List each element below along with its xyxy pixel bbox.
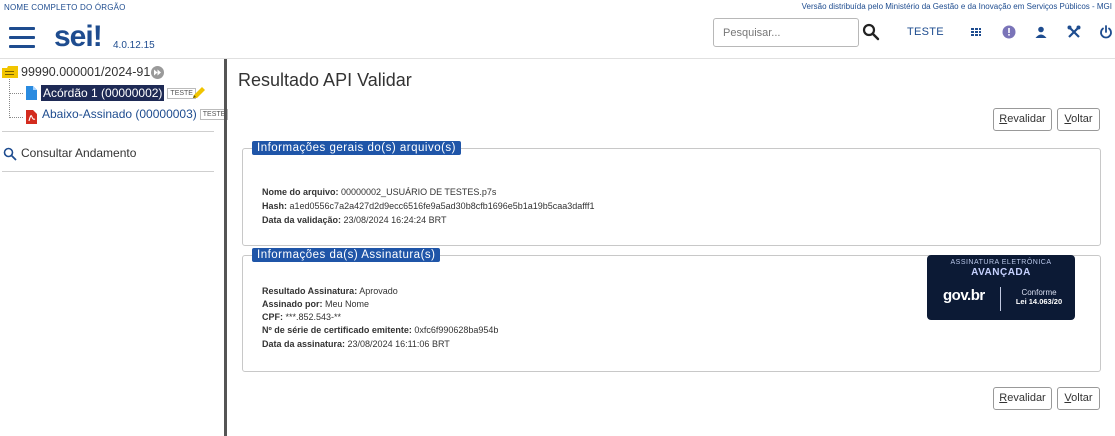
- document-icon: [26, 86, 37, 100]
- pdf-icon: [26, 110, 37, 124]
- search-icon[interactable]: [862, 23, 880, 41]
- grid-icon[interactable]: [968, 24, 984, 40]
- seal-title: ASSINATURA ELETRÔNICA: [950, 259, 1052, 266]
- voltar-button[interactable]: Voltar: [1057, 108, 1100, 131]
- file-info-legend: Informações gerais do(s) arquivo(s): [252, 141, 462, 155]
- seal-divider: [1000, 287, 1001, 311]
- version-label: 4.0.12.15: [113, 40, 155, 51]
- signed-by-row: Assinado por: Meu Nome: [262, 299, 370, 309]
- govbr-signature-seal: ASSINATURA ELETRÔNICA AVANÇADA gov.br Co…: [927, 255, 1075, 320]
- header: sei! 4.0.12.15 TESTE: [0, 14, 1115, 59]
- divider: [2, 171, 214, 172]
- consultar-andamento-link[interactable]: Consultar Andamento: [21, 146, 136, 160]
- certificate-serial-row: Nº de série de certificado emitente: 0xf…: [262, 325, 499, 335]
- folder-icon: [2, 66, 18, 78]
- cpf-row: CPF: ***.852.543-**: [262, 312, 342, 322]
- revalidar-button[interactable]: Revalidar: [993, 108, 1052, 131]
- tree-line: [9, 117, 23, 118]
- signature-info-legend: Informações da(s) Assinatura(s): [252, 248, 441, 262]
- hash-row: Hash: a1ed0556c7a2a427d2d9ecc6516fe9a5ad…: [262, 201, 595, 211]
- user-icon[interactable]: [1033, 24, 1049, 40]
- seal-level: AVANÇADA: [971, 267, 1031, 278]
- validation-date-row: Data da validação: 23/08/2024 16:24:24 B…: [262, 215, 447, 225]
- sidebar: 99990.000001/2024-91 Acórdão 1 (00000002…: [0, 59, 229, 436]
- distribution-note[interactable]: Versão distribuída pelo Ministério da Ge…: [802, 2, 1112, 11]
- file-info-panel: Informações gerais do(s) arquivo(s) Nome…: [242, 141, 1101, 246]
- fast-forward-icon[interactable]: [151, 66, 164, 79]
- govbr-logo: gov.br: [943, 287, 985, 304]
- pencil-icon[interactable]: [191, 86, 207, 100]
- signature-date-row: Data da assinatura: 23/08/2024 16:11:06 …: [262, 339, 450, 349]
- seal-status: Conforme: [1021, 288, 1057, 297]
- search-input[interactable]: [713, 18, 859, 47]
- revalidar-button-bottom[interactable]: Revalidar: [993, 387, 1052, 410]
- tree-line: [9, 79, 10, 118]
- unit-label[interactable]: TESTE: [907, 26, 944, 38]
- seal-law: Lei 14.063/20: [1015, 297, 1063, 306]
- search-icon: [3, 147, 17, 161]
- divider: [2, 131, 214, 132]
- org-name: NOME COMPLETO DO ÓRGÃO: [4, 3, 126, 12]
- document-label[interactable]: Acórdão 1 (00000002): [41, 85, 165, 101]
- top-strip: NOME COMPLETO DO ÓRGÃO Versão distribuíd…: [0, 0, 1115, 14]
- menu-icon[interactable]: [9, 27, 35, 49]
- voltar-button-bottom[interactable]: Voltar: [1057, 387, 1100, 410]
- process-number[interactable]: 99990.000001/2024-91: [21, 65, 150, 79]
- power-icon[interactable]: [1098, 24, 1114, 40]
- file-name-row: Nome do arquivo: 00000002_USUÁRIO DE TES…: [262, 187, 497, 197]
- sei-logo[interactable]: sei!: [54, 20, 103, 54]
- tools-icon[interactable]: [1066, 24, 1082, 40]
- main-content: Resultado API Validar Revalidar Voltar I…: [227, 59, 1115, 436]
- document-label[interactable]: Abaixo-Assinado (00000003): [42, 107, 197, 121]
- info-icon[interactable]: [1001, 24, 1017, 40]
- tree-line: [9, 93, 23, 94]
- page-title: Resultado API Validar: [238, 70, 412, 90]
- document-acordao[interactable]: Acórdão 1 (00000002) TESTE: [41, 85, 196, 101]
- result-row: Resultado Assinatura: Aprovado: [262, 286, 398, 296]
- document-abaixo-assinado[interactable]: Abaixo-Assinado (00000003) TESTE: [42, 107, 229, 121]
